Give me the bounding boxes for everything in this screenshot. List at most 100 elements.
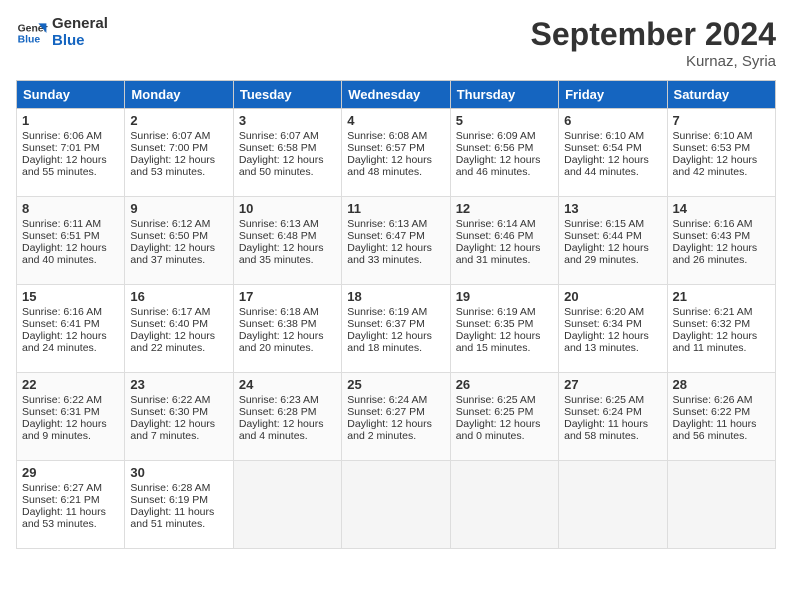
sunrise-label: Sunrise: 6:22 AM <box>22 394 102 406</box>
daylight-label: Daylight: 12 hours and 35 minutes. <box>239 242 324 266</box>
sunrise-label: Sunrise: 6:06 AM <box>22 130 102 142</box>
sunrise-label: Sunrise: 6:26 AM <box>673 394 753 406</box>
logo-icon: General Blue <box>16 17 48 49</box>
calendar-cell: 4 Sunrise: 6:08 AM Sunset: 6:57 PM Dayli… <box>342 109 450 197</box>
calendar-cell: 22 Sunrise: 6:22 AM Sunset: 6:31 PM Dayl… <box>17 373 125 461</box>
daylight-label: Daylight: 11 hours and 58 minutes. <box>564 418 648 442</box>
calendar-cell: 21 Sunrise: 6:21 AM Sunset: 6:32 PM Dayl… <box>667 285 775 373</box>
sunrise-label: Sunrise: 6:09 AM <box>456 130 536 142</box>
sunset-label: Sunset: 6:38 PM <box>239 318 317 330</box>
daylight-label: Daylight: 12 hours and 50 minutes. <box>239 154 324 178</box>
calendar-cell: 25 Sunrise: 6:24 AM Sunset: 6:27 PM Dayl… <box>342 373 450 461</box>
daylight-label: Daylight: 12 hours and 26 minutes. <box>673 242 758 266</box>
calendar-week-row: 8 Sunrise: 6:11 AM Sunset: 6:51 PM Dayli… <box>17 197 776 285</box>
sunrise-label: Sunrise: 6:17 AM <box>130 306 210 318</box>
calendar-week-row: 1 Sunrise: 6:06 AM Sunset: 7:01 PM Dayli… <box>17 109 776 197</box>
location: Kurnaz, Syria <box>531 53 776 70</box>
sunset-label: Sunset: 6:22 PM <box>673 406 751 418</box>
calendar-body: 1 Sunrise: 6:06 AM Sunset: 7:01 PM Dayli… <box>17 109 776 549</box>
sunrise-label: Sunrise: 6:07 AM <box>130 130 210 142</box>
daylight-label: Daylight: 12 hours and 31 minutes. <box>456 242 541 266</box>
day-of-week-header: Saturday <box>667 81 775 109</box>
day-number: 28 <box>673 377 770 392</box>
calendar-cell: 12 Sunrise: 6:14 AM Sunset: 6:46 PM Dayl… <box>450 197 558 285</box>
sunrise-label: Sunrise: 6:10 AM <box>673 130 753 142</box>
calendar-week-row: 15 Sunrise: 6:16 AM Sunset: 6:41 PM Dayl… <box>17 285 776 373</box>
day-number: 12 <box>456 201 553 216</box>
sunset-label: Sunset: 6:24 PM <box>564 406 642 418</box>
calendar-cell <box>450 461 558 549</box>
sunset-label: Sunset: 6:30 PM <box>130 406 208 418</box>
sunrise-label: Sunrise: 6:13 AM <box>239 218 319 230</box>
day-number: 11 <box>347 201 444 216</box>
sunrise-label: Sunrise: 6:28 AM <box>130 482 210 494</box>
calendar-cell <box>667 461 775 549</box>
calendar-cell: 23 Sunrise: 6:22 AM Sunset: 6:30 PM Dayl… <box>125 373 233 461</box>
daylight-label: Daylight: 11 hours and 56 minutes. <box>673 418 757 442</box>
daylight-label: Daylight: 12 hours and 33 minutes. <box>347 242 432 266</box>
day-number: 10 <box>239 201 336 216</box>
sunrise-label: Sunrise: 6:20 AM <box>564 306 644 318</box>
calendar-cell: 29 Sunrise: 6:27 AM Sunset: 6:21 PM Dayl… <box>17 461 125 549</box>
sunset-label: Sunset: 6:19 PM <box>130 494 208 506</box>
day-number: 17 <box>239 289 336 304</box>
day-number: 22 <box>22 377 119 392</box>
sunset-label: Sunset: 6:27 PM <box>347 406 425 418</box>
calendar-cell <box>233 461 341 549</box>
sunset-label: Sunset: 6:46 PM <box>456 230 534 242</box>
day-number: 25 <box>347 377 444 392</box>
sunset-label: Sunset: 6:31 PM <box>22 406 100 418</box>
calendar-week-row: 29 Sunrise: 6:27 AM Sunset: 6:21 PM Dayl… <box>17 461 776 549</box>
daylight-label: Daylight: 12 hours and 22 minutes. <box>130 330 215 354</box>
calendar-cell: 19 Sunrise: 6:19 AM Sunset: 6:35 PM Dayl… <box>450 285 558 373</box>
sunset-label: Sunset: 6:48 PM <box>239 230 317 242</box>
logo-line1: General <box>52 16 108 33</box>
sunset-label: Sunset: 6:37 PM <box>347 318 425 330</box>
sunrise-label: Sunrise: 6:11 AM <box>22 218 101 230</box>
title-block: September 2024 Kurnaz, Syria <box>531 16 776 70</box>
calendar-cell: 20 Sunrise: 6:20 AM Sunset: 6:34 PM Dayl… <box>559 285 667 373</box>
sunset-label: Sunset: 6:43 PM <box>673 230 751 242</box>
sunrise-label: Sunrise: 6:13 AM <box>347 218 427 230</box>
sunrise-label: Sunrise: 6:24 AM <box>347 394 427 406</box>
logo: General Blue General Blue <box>16 16 108 49</box>
daylight-label: Daylight: 12 hours and 42 minutes. <box>673 154 758 178</box>
daylight-label: Daylight: 12 hours and 24 minutes. <box>22 330 107 354</box>
sunset-label: Sunset: 6:34 PM <box>564 318 642 330</box>
daylight-label: Daylight: 12 hours and 37 minutes. <box>130 242 215 266</box>
sunset-label: Sunset: 6:41 PM <box>22 318 100 330</box>
day-of-week-header: Wednesday <box>342 81 450 109</box>
sunrise-label: Sunrise: 6:23 AM <box>239 394 319 406</box>
logo-line2: Blue <box>52 33 108 50</box>
month-title: September 2024 <box>531 16 776 53</box>
calendar-cell <box>342 461 450 549</box>
sunset-label: Sunset: 6:44 PM <box>564 230 642 242</box>
day-number: 20 <box>564 289 661 304</box>
daylight-label: Daylight: 11 hours and 51 minutes. <box>130 506 214 530</box>
sunrise-label: Sunrise: 6:22 AM <box>130 394 210 406</box>
sunrise-label: Sunrise: 6:21 AM <box>673 306 753 318</box>
day-number: 2 <box>130 113 227 128</box>
calendar-cell: 16 Sunrise: 6:17 AM Sunset: 6:40 PM Dayl… <box>125 285 233 373</box>
daylight-label: Daylight: 12 hours and 18 minutes. <box>347 330 432 354</box>
sunrise-label: Sunrise: 6:19 AM <box>456 306 536 318</box>
sunset-label: Sunset: 6:56 PM <box>456 142 534 154</box>
daylight-label: Daylight: 12 hours and 4 minutes. <box>239 418 324 442</box>
page-header: General Blue General Blue September 2024… <box>16 16 776 70</box>
calendar-cell: 17 Sunrise: 6:18 AM Sunset: 6:38 PM Dayl… <box>233 285 341 373</box>
sunset-label: Sunset: 7:01 PM <box>22 142 100 154</box>
daylight-label: Daylight: 12 hours and 15 minutes. <box>456 330 541 354</box>
sunset-label: Sunset: 6:53 PM <box>673 142 751 154</box>
daylight-label: Daylight: 11 hours and 53 minutes. <box>22 506 106 530</box>
sunset-label: Sunset: 6:25 PM <box>456 406 534 418</box>
calendar-cell: 27 Sunrise: 6:25 AM Sunset: 6:24 PM Dayl… <box>559 373 667 461</box>
daylight-label: Daylight: 12 hours and 20 minutes. <box>239 330 324 354</box>
day-number: 21 <box>673 289 770 304</box>
sunrise-label: Sunrise: 6:25 AM <box>456 394 536 406</box>
calendar-cell: 6 Sunrise: 6:10 AM Sunset: 6:54 PM Dayli… <box>559 109 667 197</box>
calendar-cell: 14 Sunrise: 6:16 AM Sunset: 6:43 PM Dayl… <box>667 197 775 285</box>
day-of-week-header: Friday <box>559 81 667 109</box>
day-number: 1 <box>22 113 119 128</box>
day-number: 4 <box>347 113 444 128</box>
day-of-week-header: Monday <box>125 81 233 109</box>
